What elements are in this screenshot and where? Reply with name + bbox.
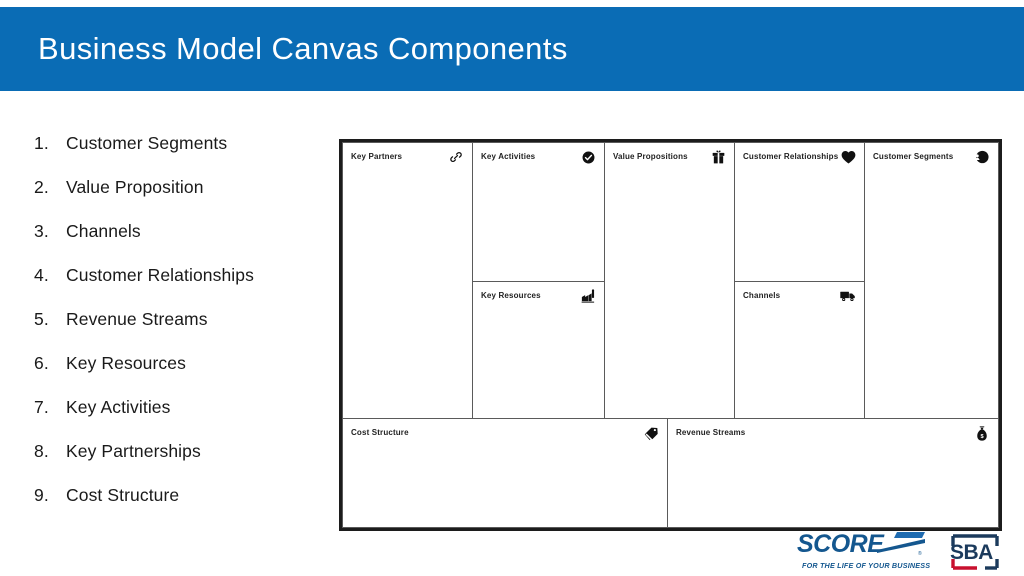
list-item-label: Value Proposition xyxy=(66,177,204,197)
cell-header: Key Activities xyxy=(481,149,596,165)
person-circle-icon xyxy=(974,149,990,165)
delivery-truck-icon xyxy=(840,288,856,304)
cell-header: Key Resources xyxy=(481,288,596,304)
cell-header: Value Propositions xyxy=(613,149,726,165)
list-item-label: Key Resources xyxy=(66,353,186,373)
cell-title: Value Propositions xyxy=(613,152,688,161)
list-item-number: 3. xyxy=(34,221,49,241)
chain-link-icon xyxy=(448,149,464,165)
list-item: 2. Value Proposition xyxy=(34,177,324,221)
list-item-label: Key Activities xyxy=(66,397,171,417)
cell-title: Revenue Streams xyxy=(676,428,746,437)
component-list: 1. Customer Segments 2. Value Propositio… xyxy=(34,133,324,529)
canvas-cell-value-propositions: Value Propositions xyxy=(604,142,735,419)
list-item-label: Cost Structure xyxy=(66,485,180,505)
list-item: 4. Customer Relationships xyxy=(34,265,324,309)
list-item-label: Customer Relationships xyxy=(66,265,254,285)
cell-header: Channels xyxy=(743,288,856,304)
list-item-number: 6. xyxy=(34,353,49,373)
cell-title: Key Activities xyxy=(481,152,536,161)
cell-title: Cost Structure xyxy=(351,428,409,437)
cell-header: Key Partners xyxy=(351,149,464,165)
canvas-cell-channels: Channels xyxy=(734,281,865,419)
heart-icon xyxy=(840,149,856,165)
list-item-number: 5. xyxy=(34,309,49,329)
canvas-cell-cost-structure: Cost Structure xyxy=(342,418,668,528)
cell-title: Channels xyxy=(743,291,781,300)
slide-canvas: Business Model Canvas Components 1. Cust… xyxy=(0,0,1024,576)
cell-header: Customer Segments xyxy=(873,149,990,165)
list-item-number: 1. xyxy=(34,133,49,153)
list-item-label: Channels xyxy=(66,221,141,241)
canvas-cell-key-activities: Key Activities xyxy=(472,142,605,282)
list-item-label: Customer Segments xyxy=(66,133,228,153)
list-item-number: 9. xyxy=(34,485,49,505)
list-item: 8. Key Partnerships xyxy=(34,441,324,485)
list-item-label: Revenue Streams xyxy=(66,309,208,329)
canvas-grid: Key Partners Key Activities Key Resource… xyxy=(342,142,999,528)
list-item: 1. Customer Segments xyxy=(34,133,324,177)
factory-icon xyxy=(580,288,596,304)
cell-header: Revenue Streams $ xyxy=(676,425,990,441)
canvas-cell-key-partners: Key Partners xyxy=(342,142,473,419)
money-bag-icon: $ xyxy=(974,425,990,441)
cell-header: Customer Relationships xyxy=(743,149,856,165)
canvas-cell-key-resources: Key Resources xyxy=(472,281,605,419)
list-item-number: 4. xyxy=(34,265,49,285)
sba-wordmark: SBA xyxy=(950,541,993,564)
score-logo: SCORE ® FOR THE LIFE OF YOUR BUSINESS xyxy=(797,529,931,573)
cell-title: Customer Segments xyxy=(873,152,954,161)
score-tagline: FOR THE LIFE OF YOUR BUSINESS xyxy=(802,561,931,570)
list-item-number: 2. xyxy=(34,177,49,197)
page-title: Business Model Canvas Components xyxy=(38,31,568,66)
cell-title: Customer Relationships xyxy=(743,152,839,161)
gift-icon xyxy=(710,149,726,165)
list-item-number: 8. xyxy=(34,441,49,461)
cell-title: Key Resources xyxy=(481,291,541,300)
cell-header: Cost Structure xyxy=(351,425,659,441)
list-item: 3. Channels xyxy=(34,221,324,265)
list-item-label: Key Partnerships xyxy=(66,441,201,461)
canvas-cell-revenue-streams: Revenue Streams $ xyxy=(667,418,999,528)
check-circle-icon xyxy=(580,149,596,165)
list-item-number: 7. xyxy=(34,397,49,417)
list-item: 5. Revenue Streams xyxy=(34,309,324,353)
list-item: 9. Cost Structure xyxy=(34,485,324,529)
sba-logo: SBA xyxy=(944,529,1006,575)
price-tags-icon xyxy=(643,425,659,441)
canvas-cell-customer-relationships: Customer Relationships xyxy=(734,142,865,282)
score-wordmark: SCORE xyxy=(797,530,884,558)
canvas-cell-customer-segments: Customer Segments xyxy=(864,142,999,419)
list-item: 7. Key Activities xyxy=(34,397,324,441)
list-item: 6. Key Resources xyxy=(34,353,324,397)
slide-title-bar: Business Model Canvas Components xyxy=(0,7,1024,91)
cell-title: Key Partners xyxy=(351,152,403,161)
score-registered-mark: ® xyxy=(918,551,922,557)
business-model-canvas-diagram: Key Partners Key Activities Key Resource… xyxy=(339,139,1002,531)
